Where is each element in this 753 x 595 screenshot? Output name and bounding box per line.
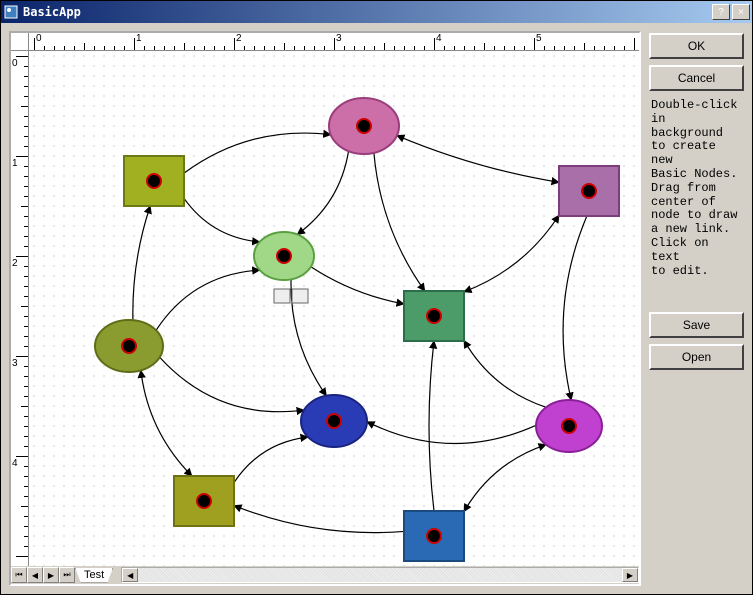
link[interactable] — [234, 506, 404, 533]
link[interactable] — [464, 340, 546, 407]
port-icon[interactable] — [357, 119, 371, 133]
bottom-tab-bar: ⏮ ◀ ▶ ⏭ Test ◀ ▶ — [11, 566, 639, 584]
port-icon[interactable] — [427, 529, 441, 543]
horizontal-ruler: 012345 — [29, 33, 639, 51]
titlebar[interactable]: BasicApp ? × — [1, 1, 752, 23]
sheet-tab[interactable]: Test — [75, 568, 113, 583]
link[interactable] — [464, 215, 559, 292]
tab-nav-next[interactable]: ▶ — [43, 567, 59, 583]
link[interactable] — [429, 341, 434, 511]
help-button[interactable]: ? — [712, 4, 730, 20]
canvas-area: 012345 01234 ⏮ ◀ ▶ ⏭ — [9, 31, 641, 586]
link[interactable] — [156, 270, 260, 330]
port-icon[interactable] — [122, 339, 136, 353]
scroll-left-button[interactable]: ◀ — [122, 568, 138, 582]
window-title: BasicApp — [23, 5, 712, 19]
help-text: Double-click in background to create new… — [649, 97, 744, 280]
scroll-track[interactable] — [138, 568, 622, 582]
link[interactable] — [374, 153, 425, 291]
save-button[interactable]: Save — [649, 312, 744, 338]
port-icon[interactable] — [562, 419, 576, 433]
diagram-canvas[interactable] — [29, 51, 639, 566]
sidebar: OK Cancel Double-click in background to … — [649, 31, 744, 586]
app-window: BasicApp ? × 012345 01234 — [0, 0, 753, 595]
link[interactable] — [141, 370, 192, 476]
ruler-corner — [11, 33, 29, 51]
properties-icon[interactable] — [274, 289, 290, 303]
diagram-svg[interactable] — [29, 51, 639, 566]
port-icon[interactable] — [327, 414, 341, 428]
link[interactable] — [297, 151, 348, 234]
port-icon[interactable] — [277, 249, 291, 263]
port-icon[interactable] — [582, 184, 596, 198]
link[interactable] — [397, 136, 559, 183]
link[interactable] — [367, 422, 536, 444]
close-button[interactable]: × — [732, 4, 750, 20]
tab-nav-last[interactable]: ⏭ — [59, 567, 75, 583]
horizontal-scrollbar[interactable]: ◀ ▶ — [121, 567, 639, 583]
tab-nav-first[interactable]: ⏮ — [11, 567, 27, 583]
link[interactable] — [133, 206, 150, 320]
link[interactable] — [184, 198, 260, 242]
link[interactable] — [563, 216, 587, 400]
link[interactable] — [311, 267, 404, 304]
port-icon[interactable] — [427, 309, 441, 323]
cancel-button[interactable]: Cancel — [649, 65, 744, 91]
tab-nav-prev[interactable]: ◀ — [27, 567, 43, 583]
link[interactable] — [184, 133, 331, 173]
link[interactable] — [464, 445, 546, 512]
vertical-ruler: 01234 — [11, 51, 29, 566]
link[interactable] — [234, 437, 308, 483]
link[interactable] — [160, 357, 304, 411]
scroll-right-button[interactable]: ▶ — [622, 568, 638, 582]
ok-button[interactable]: OK — [649, 33, 744, 59]
tag-icon[interactable] — [292, 289, 308, 303]
open-button[interactable]: Open — [649, 344, 744, 370]
app-icon — [3, 4, 19, 20]
port-icon[interactable] — [147, 174, 161, 188]
port-icon[interactable] — [197, 494, 211, 508]
